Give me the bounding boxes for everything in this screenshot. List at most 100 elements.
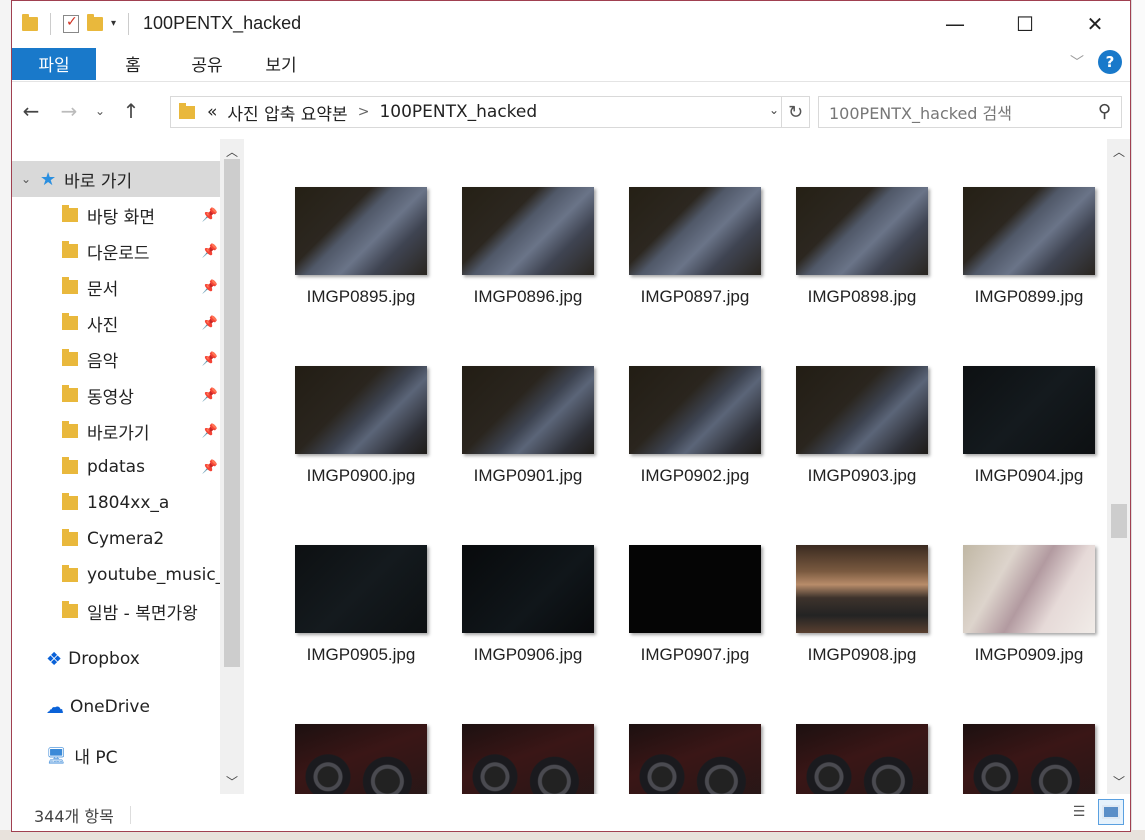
recent-locations-chevron-icon[interactable]: ⌄ [88, 104, 112, 118]
pin-icon[interactable]: 📌 [202, 424, 218, 439]
breadcrumb-item[interactable]: 100PENTX_hacked [379, 102, 537, 122]
image-thumbnail[interactable] [295, 187, 427, 275]
tab-home[interactable]: 홈 [96, 51, 170, 76]
collapse-chevron-icon[interactable]: ⌄ [12, 172, 40, 186]
sidebar-item-quick-access[interactable]: ⌄ ★ 바로 가기 [12, 161, 220, 197]
sidebar-item-this-pc[interactable]: 🖥 내 PC [12, 737, 220, 773]
file-name[interactable]: IMGP0899.jpg [944, 287, 1107, 307]
properties-icon[interactable] [63, 14, 79, 33]
computer-icon: 🖥 [46, 745, 67, 765]
image-thumbnail[interactable] [629, 187, 761, 275]
image-thumbnail[interactable] [295, 545, 427, 633]
scroll-up-icon[interactable]: ︿ [220, 143, 244, 160]
image-thumbnail[interactable] [796, 545, 928, 633]
minimize-button[interactable]: — [920, 1, 990, 46]
pin-icon[interactable]: 📌 [202, 244, 218, 259]
image-thumbnail[interactable] [295, 366, 427, 454]
image-thumbnail[interactable] [963, 545, 1095, 633]
up-arrow-icon[interactable]: ↑ [112, 99, 150, 123]
address-history-dropdown-icon[interactable]: ⌄ [769, 103, 779, 117]
file-name[interactable]: IMGP0908.jpg [777, 645, 947, 665]
tab-file[interactable]: 파일 [12, 47, 96, 80]
expand-ribbon-chevron-icon[interactable]: ﹀ [1070, 52, 1084, 72]
back-arrow-icon[interactable]: ← [12, 99, 50, 123]
sidebar-item-dropbox[interactable]: ❖ Dropbox [12, 641, 220, 677]
sidebar-item-music[interactable]: 음악 📌 [12, 341, 220, 377]
file-name[interactable]: IMGP0907.jpg [610, 645, 780, 665]
image-thumbnail[interactable] [295, 724, 427, 794]
sidebar-item-documents[interactable]: 문서 📌 [12, 269, 220, 305]
content-scrollbar[interactable]: ︿ ﹀ [1107, 139, 1130, 794]
file-name[interactable]: IMGP0902.jpg [610, 466, 780, 486]
tab-share[interactable]: 공유 [170, 51, 244, 76]
pin-icon[interactable]: 📌 [202, 352, 218, 367]
file-name[interactable]: IMGP0905.jpg [276, 645, 446, 665]
image-thumbnail[interactable] [963, 187, 1095, 275]
image-thumbnail[interactable] [462, 366, 594, 454]
image-thumbnail[interactable] [462, 724, 594, 794]
breadcrumb-item[interactable]: 사진 압축 요약본 [227, 100, 347, 125]
sidebar-item-onedrive[interactable]: ☁ OneDrive [12, 689, 220, 725]
window-controls: — ☐ ✕ [920, 1, 1130, 46]
forward-arrow-icon[interactable]: → [50, 99, 88, 123]
breadcrumb-separator-icon[interactable]: > [358, 104, 370, 120]
file-name[interactable]: IMGP0909.jpg [944, 645, 1107, 665]
file-name[interactable]: IMGP0901.jpg [443, 466, 613, 486]
sidebar-item-pictures[interactable]: 사진 📌 [12, 305, 220, 341]
sidebar-item-shortcuts[interactable]: 바로가기 📌 [12, 413, 220, 449]
pin-icon[interactable]: 📌 [202, 460, 218, 475]
search-icon[interactable]: ⚲ [1098, 101, 1111, 122]
pictures-folder-icon [62, 313, 78, 330]
file-name[interactable]: IMGP0896.jpg [443, 287, 613, 307]
image-thumbnail[interactable] [462, 545, 594, 633]
customize-toolbar-dropdown-icon[interactable]: ▾ [111, 18, 116, 29]
sidebar-item-youtube-music[interactable]: youtube_music_ [12, 557, 224, 593]
image-thumbnail[interactable] [796, 366, 928, 454]
scroll-down-icon[interactable]: ﹀ [220, 773, 244, 790]
tab-view[interactable]: 보기 [244, 51, 318, 76]
pin-icon[interactable]: 📌 [202, 208, 218, 223]
maximize-button[interactable]: ☐ [990, 1, 1060, 46]
image-thumbnail[interactable] [629, 545, 761, 633]
image-thumbnail[interactable] [462, 187, 594, 275]
sidebar-item-cymera2[interactable]: Cymera2 [12, 521, 220, 557]
sidebar-item-1804xx-a[interactable]: 1804xx_a [12, 485, 220, 521]
sidebar-item-desktop[interactable]: 바탕 화면 📌 [12, 197, 220, 233]
image-thumbnail[interactable] [629, 724, 761, 794]
pin-icon[interactable]: 📌 [202, 316, 218, 331]
file-name[interactable]: IMGP0906.jpg [443, 645, 613, 665]
pin-icon[interactable]: 📌 [202, 388, 218, 403]
sidebar-scrollbar[interactable]: ︿ ﹀ [220, 139, 244, 794]
image-thumbnail[interactable] [796, 187, 928, 275]
large-icons-view-icon[interactable] [1098, 799, 1124, 825]
close-button[interactable]: ✕ [1060, 1, 1130, 46]
sidebar-item-videos[interactable]: 동영상 📌 [12, 377, 220, 413]
file-name[interactable]: IMGP0903.jpg [777, 466, 947, 486]
scroll-down-icon[interactable]: ﹀ [1107, 773, 1130, 790]
documents-folder-icon [62, 277, 78, 294]
file-name[interactable]: IMGP0900.jpg [276, 466, 446, 486]
breadcrumb-overflow[interactable]: « [207, 102, 217, 122]
content-scroll-thumb[interactable] [1111, 504, 1127, 538]
sidebar-item-ilbam[interactable]: 일밤 - 복면가왕 [12, 593, 220, 629]
new-folder-icon[interactable] [87, 13, 103, 31]
image-thumbnail[interactable] [629, 366, 761, 454]
sidebar-item-pdatas[interactable]: pdatas 📌 [12, 449, 220, 485]
address-bar[interactable]: « 사진 압축 요약본 > 100PENTX_hacked ⌄ ↻ [170, 96, 810, 128]
scroll-up-icon[interactable]: ︿ [1107, 143, 1130, 160]
sidebar-scroll-thumb[interactable] [224, 159, 240, 667]
refresh-icon[interactable]: ↻ [781, 97, 809, 127]
sidebar-item-downloads[interactable]: 다운로드 📌 [12, 233, 220, 269]
search-input[interactable]: 100PENTX_hacked 검색 ⚲ [818, 96, 1122, 128]
file-name[interactable]: IMGP0898.jpg [777, 287, 947, 307]
details-view-icon[interactable]: ☰ [1066, 799, 1092, 825]
file-name[interactable]: IMGP0897.jpg [610, 287, 780, 307]
image-thumbnail[interactable] [963, 366, 1095, 454]
file-name[interactable]: IMGP0895.jpg [276, 287, 446, 307]
image-thumbnail[interactable] [796, 724, 928, 794]
file-name[interactable]: IMGP0904.jpg [944, 466, 1107, 486]
pin-icon[interactable]: 📌 [202, 280, 218, 295]
help-button[interactable]: ? [1098, 50, 1122, 74]
title-bar[interactable]: ▾ 100PENTX_hacked — ☐ ✕ [12, 1, 1130, 46]
image-thumbnail[interactable] [963, 724, 1095, 794]
